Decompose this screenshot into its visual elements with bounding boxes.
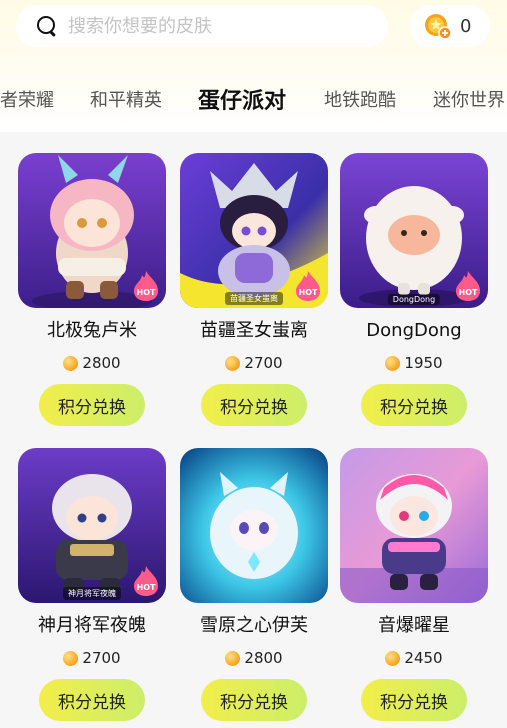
- search-input[interactable]: [68, 15, 388, 37]
- tab-peace-elite[interactable]: 和平精英: [90, 86, 162, 112]
- skin-price: 2800: [18, 353, 166, 373]
- skin-grid: HOT 北极兔卢米 2800 积分兑换 HOT 苗疆圣女蚩离 苗疆圣女蚩离 27…: [0, 132, 507, 728]
- skin-price: 2450: [340, 648, 488, 668]
- skin-name: 苗疆圣女蚩离: [200, 320, 308, 341]
- hot-badge-label: HOT: [298, 288, 318, 297]
- redeem-button[interactable]: 积分兑换: [201, 384, 307, 426]
- points-balance[interactable]: 0: [410, 5, 490, 47]
- search-icon: [36, 15, 58, 37]
- hot-badge-label: HOT: [458, 288, 478, 297]
- redeem-button[interactable]: 积分兑换: [39, 679, 145, 721]
- skin-name: DongDong: [366, 320, 462, 341]
- tab-honor-of-kings[interactable]: 者荣耀: [0, 86, 54, 112]
- price-value: 2800: [82, 354, 121, 372]
- hot-badge-label: HOT: [136, 288, 156, 297]
- skin-image[interactable]: [340, 448, 488, 603]
- redeem-button[interactable]: 积分兑换: [39, 384, 145, 426]
- coin-plus-icon: [425, 14, 452, 40]
- coin-icon: [225, 355, 241, 371]
- skin-card[interactable]: HOT DongDong DongDong 1950 积分兑换: [340, 153, 488, 426]
- tab-mini-world[interactable]: 迷你世界: [433, 86, 505, 112]
- skin-card[interactable]: HOT 苗疆圣女蚩离 苗疆圣女蚩离 2700 积分兑换: [180, 153, 328, 426]
- price-value: 2450: [404, 649, 443, 667]
- skin-price: 2700: [180, 353, 328, 373]
- skin-image[interactable]: HOT 苗疆圣女蚩离: [180, 153, 328, 308]
- coin-icon: [385, 650, 401, 666]
- header-area: 0 者荣耀 和平精英 蛋仔派对 地铁跑酷 迷你世界: [0, 0, 507, 132]
- coin-icon: [225, 650, 241, 666]
- price-value: 2800: [244, 649, 283, 667]
- skin-name: 雪原之心伊芙: [200, 615, 308, 636]
- skin-name: 神月将军夜魄: [38, 615, 146, 636]
- redeem-button[interactable]: 积分兑换: [361, 679, 467, 721]
- skin-name: 北极兔卢米: [47, 320, 137, 341]
- price-value: 2700: [244, 354, 283, 372]
- skin-card[interactable]: 雪原之心伊芙 2800 积分兑换: [180, 448, 328, 721]
- skin-price: 2800: [180, 648, 328, 668]
- price-value: 2700: [82, 649, 121, 667]
- points-value: 0: [460, 15, 472, 37]
- skin-price: 2700: [18, 648, 166, 668]
- skin-card[interactable]: HOT 神月将军夜魄 神月将军夜魄 2700 积分兑换: [18, 448, 166, 721]
- search-bar[interactable]: [16, 5, 388, 47]
- image-caption: 苗疆圣女蚩离: [225, 292, 283, 305]
- skin-image[interactable]: HOT 神月将军夜魄: [18, 448, 166, 603]
- skin-image[interactable]: HOT DongDong: [340, 153, 488, 308]
- category-tabs: 者荣耀 和平精英 蛋仔派对 地铁跑酷 迷你世界: [0, 80, 507, 120]
- image-caption: 神月将军夜魄: [63, 587, 121, 600]
- hot-badge-label: HOT: [136, 583, 156, 592]
- tab-subway-surfers[interactable]: 地铁跑酷: [324, 86, 396, 112]
- skin-image[interactable]: [180, 448, 328, 603]
- skin-name: 音爆曜星: [378, 615, 450, 636]
- price-value: 1950: [404, 354, 443, 372]
- coin-icon: [385, 355, 401, 371]
- skin-card[interactable]: HOT 北极兔卢米 2800 积分兑换: [18, 153, 166, 426]
- coin-icon: [63, 355, 79, 371]
- skin-image[interactable]: HOT: [18, 153, 166, 308]
- redeem-button[interactable]: 积分兑换: [201, 679, 307, 721]
- tab-eggy-party[interactable]: 蛋仔派对: [198, 83, 287, 117]
- skin-price: 1950: [340, 353, 488, 373]
- image-caption: DongDong: [387, 294, 441, 305]
- redeem-button[interactable]: 积分兑换: [361, 384, 467, 426]
- coin-icon: [63, 650, 79, 666]
- skin-card[interactable]: 音爆曜星 2450 积分兑换: [340, 448, 488, 721]
